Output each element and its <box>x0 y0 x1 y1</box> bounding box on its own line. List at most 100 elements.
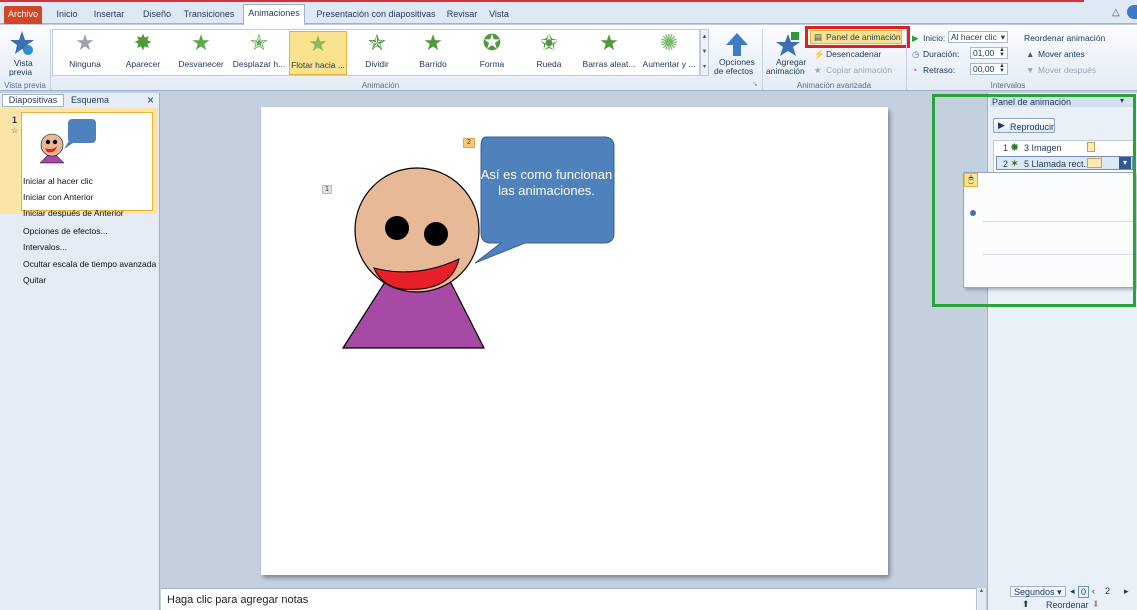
star-fly-icon: ✭ <box>249 30 269 55</box>
duration-icon: ◷ <box>912 49 920 59</box>
anim-desvanecer[interactable]: ★ Desvanecer <box>172 31 230 75</box>
tab-vista[interactable]: Vista <box>486 6 512 24</box>
tab-inicio[interactable]: Inicio <box>52 6 82 24</box>
anim-label: Dividir <box>365 59 389 69</box>
slide-animation-icon: ☆ <box>11 126 19 135</box>
tab-diapositivas[interactable]: Diapositivas <box>2 94 64 107</box>
minimize-ribbon-icon[interactable]: △ <box>1112 7 1120 18</box>
spinner-icon[interactable]: ▲ ▼ <box>999 47 1005 58</box>
anim-forma[interactable]: ✪ Forma <box>463 31 521 75</box>
effect-options-label-2[interactable]: de efectos <box>714 66 753 76</box>
tab-diseno[interactable]: Diseño <box>140 6 174 24</box>
anim-label: Forma <box>479 59 505 69</box>
anim-label: Barras aleat... <box>582 59 636 69</box>
anim-aparecer[interactable]: ✸ Aparecer <box>114 31 172 75</box>
close-pane-button[interactable]: × <box>147 93 154 107</box>
dialog-launcher-icon[interactable]: ↘ <box>752 80 758 88</box>
menu-item-effect-options[interactable]: Opciones de efectos... <box>23 226 108 236</box>
tab-esquema[interactable]: Esquema <box>68 95 112 107</box>
anim-ninguna[interactable]: ★ Ninguna <box>56 31 114 75</box>
preview-label-2[interactable]: previa <box>9 67 32 77</box>
duration-label: Duración: <box>923 49 960 59</box>
menu-item-remove[interactable]: Quitar <box>23 275 46 285</box>
star-grow-icon: ✺ <box>659 30 679 55</box>
menu-item-start-on-click[interactable]: Iniciar al hacer clic <box>23 176 93 186</box>
help-icon[interactable] <box>1127 5 1137 19</box>
bubble-text[interactable]: Así es como funcionan las animaciones. <box>480 167 613 199</box>
zoom-in-icon[interactable]: ▸ <box>1124 586 1129 597</box>
gallery-scroll[interactable]: ▲ ▼ ▾ <box>700 29 709 76</box>
star-bars-icon: ★ <box>599 30 619 55</box>
reorder-up-icon[interactable]: ⬆ <box>1022 599 1030 610</box>
tab-animaciones[interactable]: Animaciones <box>243 4 305 25</box>
move-later-icon: ▼ <box>1026 65 1035 75</box>
star-shape-icon: ✪ <box>482 30 502 55</box>
notes-scroll[interactable]: ▲ <box>976 588 986 610</box>
move-earlier-button[interactable]: Mover antes <box>1038 49 1085 59</box>
add-animation-icon[interactable] <box>775 31 801 57</box>
timeline-start: 0 <box>1078 586 1090 598</box>
tab-presentacion[interactable]: Presentación con diapositivas <box>314 6 438 24</box>
tab-transiciones[interactable]: Transiciones <box>182 6 236 24</box>
anim-dividir[interactable]: ✯ Dividir <box>348 31 406 75</box>
preview-button[interactable] <box>10 29 34 57</box>
move-earlier-icon: ▲ <box>1026 49 1035 59</box>
duration-input[interactable]: 01,00 ▲ ▼ <box>970 47 1008 59</box>
anim-label: Rueda <box>536 59 562 69</box>
menu-item-hide-timeline[interactable]: Ocultar escala de tiempo avanzada <box>23 259 156 269</box>
anim-label: Ninguna <box>69 59 101 69</box>
copy-animation-label[interactable]: Copiar animación <box>826 65 892 75</box>
menu-item-start-with-previous[interactable]: Iniciar con Anterior <box>23 192 93 202</box>
delay-input[interactable]: 00,00 ▲ ▼ <box>970 63 1008 75</box>
star-wipe-icon: ★ <box>423 30 443 55</box>
tab-revisar[interactable]: Revisar <box>446 6 478 24</box>
preview-star-icon <box>10 31 34 55</box>
anim-label: Desvanecer <box>178 59 224 69</box>
tab-archivo[interactable]: Archivo <box>4 6 42 24</box>
anim-barras[interactable]: ★ Barras aleat... <box>580 31 638 75</box>
start-value: Al hacer clic <box>951 32 997 42</box>
zoom-out-icon[interactable]: ◂ <box>1070 586 1075 597</box>
trigger-label[interactable]: Desencadenar <box>826 49 881 59</box>
star-split-icon: ✯ <box>367 30 387 55</box>
start-select[interactable]: Al hacer clic ▾ <box>948 31 1008 43</box>
anim-desplazar[interactable]: ✭ Desplazar h... <box>230 31 288 75</box>
star-icon: ★ <box>191 30 211 55</box>
preview-group-label: Vista previa <box>4 81 46 90</box>
anim-flotar-hacia[interactable]: ★ Flotar hacia ... <box>289 31 347 75</box>
anim-rueda[interactable]: ✬ Rueda <box>520 31 578 75</box>
animation-tag-1[interactable]: 1 <box>322 185 332 194</box>
menu-item-timing[interactable]: Intervalos... <box>23 242 67 252</box>
anim-label: Aparecer <box>125 59 161 69</box>
anim-label: Flotar hacia ... <box>291 60 345 70</box>
copy-animation-icon: ★ <box>814 65 822 75</box>
anim-label: Desplazar h... <box>232 59 286 69</box>
delay-value: 00,00 <box>973 64 995 74</box>
highlight-green-box <box>932 94 1136 307</box>
star-float-icon: ★ <box>308 31 328 56</box>
anim-aumentar[interactable]: ✺ Aumentar y ... <box>638 31 700 75</box>
duration-value: 01,00 <box>973 48 995 58</box>
animation-group-label: Animación <box>361 81 400 90</box>
effect-options-icon[interactable] <box>724 31 750 57</box>
notes-field[interactable]: Haga clic para agregar notas <box>161 588 976 610</box>
start-label: Inicio: <box>923 33 946 43</box>
trigger-icon: ⚡ <box>814 49 825 59</box>
right-eye <box>424 222 448 246</box>
anim-barrido[interactable]: ★ Barrido <box>404 31 462 75</box>
star-burst-icon: ✸ <box>133 30 153 55</box>
spinner-icon[interactable]: ▲ ▼ <box>999 63 1005 74</box>
move-later-button[interactable]: Mover después <box>1038 65 1096 75</box>
reorder-title: Reordenar animación <box>1024 33 1106 43</box>
menu-item-start-after-previous[interactable]: Iniciar después de Anterior <box>23 208 124 218</box>
seconds-label: Segundos <box>1014 587 1055 597</box>
tab-insertar[interactable]: Insertar <box>90 6 128 24</box>
animation-tag-2[interactable]: 2 <box>463 138 475 148</box>
anim-label: Aumentar y ... <box>642 59 696 69</box>
timeline-tick: 2 <box>1105 586 1111 596</box>
reorder-down-icon[interactable]: ⬇ <box>1092 599 1100 610</box>
delay-label: Retraso: <box>923 65 956 75</box>
add-animation-label-2[interactable]: animación <box>766 66 805 76</box>
delay-icon: ◔ <box>912 65 918 75</box>
seconds-dropdown[interactable]: Segundos ▾ <box>1010 586 1066 597</box>
